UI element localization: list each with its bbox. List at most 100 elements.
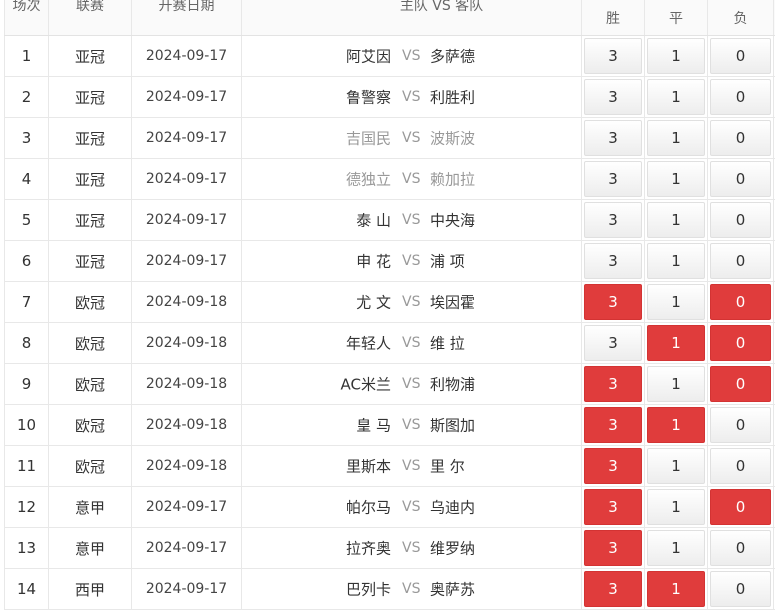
loss-option-button[interactable]: 0 [710,284,771,320]
row-date: 2024-09-17 [132,118,242,158]
row-match: 里斯本 VS 里 尔 [242,446,582,486]
row-date: 2024-09-17 [132,36,242,76]
header-idx: 场次 [4,0,49,35]
table-row: 9 欧冠 2024-09-18 AC米兰 VS 利物浦 3 1 0 [4,364,775,405]
win-option-button[interactable]: 3 [584,571,642,607]
row-date: 2024-09-17 [132,487,242,527]
win-cell: 3 [582,77,645,117]
draw-option-button[interactable]: 1 [647,489,705,525]
draw-option-button[interactable]: 1 [647,407,705,443]
home-team: 鲁警察 [345,88,391,107]
away-team: 利胜利 [430,88,476,107]
loss-cell: 0 [708,36,774,76]
loss-option-button[interactable]: 0 [710,530,771,566]
win-option-button[interactable]: 3 [584,448,642,484]
away-team: 斯图加 [430,416,476,435]
vs-label: VS [402,458,421,474]
loss-option-button[interactable]: 0 [710,571,771,607]
draw-cell: 1 [645,282,708,322]
draw-option-button[interactable]: 1 [647,161,705,197]
loss-option-button[interactable]: 0 [710,407,771,443]
home-team: 尤 文 [356,293,391,312]
row-idx: 12 [4,487,49,527]
win-cell: 3 [582,118,645,158]
win-option-button[interactable]: 3 [584,202,642,238]
draw-option-button[interactable]: 1 [647,448,705,484]
draw-option-button[interactable]: 1 [647,243,705,279]
win-option-button[interactable]: 3 [584,530,642,566]
away-team: 中央海 [430,211,476,230]
vs-label: VS [402,253,421,269]
row-match: 帕尔马 VS 乌迪内 [242,487,582,527]
table-row: 10 欧冠 2024-09-18 皇 马 VS 斯图加 3 1 0 [4,405,775,446]
row-date: 2024-09-17 [132,569,242,609]
draw-option-button[interactable]: 1 [647,202,705,238]
row-idx: 14 [4,569,49,609]
row-league: 亚冠 [49,200,132,240]
win-option-button[interactable]: 3 [584,38,642,74]
win-option-button[interactable]: 3 [584,79,642,115]
home-team: 泰 山 [356,211,391,230]
loss-option-button[interactable]: 0 [710,489,771,525]
draw-option-button[interactable]: 1 [647,38,705,74]
loss-option-button[interactable]: 0 [710,202,771,238]
draw-option-button[interactable]: 1 [647,120,705,156]
loss-option-button[interactable]: 0 [710,120,771,156]
table-row: 12 意甲 2024-09-17 帕尔马 VS 乌迪内 3 1 0 [4,487,775,528]
table-row: 8 欧冠 2024-09-18 年轻人 VS 维 拉 3 1 0 [4,323,775,364]
win-option-button[interactable]: 3 [584,489,642,525]
vs-label: VS [402,540,421,556]
draw-cell: 1 [645,200,708,240]
header-date: 开赛日期 [132,0,242,35]
draw-option-button[interactable]: 1 [647,571,705,607]
row-date: 2024-09-18 [132,323,242,363]
loss-option-button[interactable]: 0 [710,325,771,361]
loss-option-button[interactable]: 0 [710,38,771,74]
win-option-button[interactable]: 3 [584,120,642,156]
loss-option-button[interactable]: 0 [710,243,771,279]
home-team: 申 花 [356,252,391,271]
away-team: 波斯波 [430,129,476,148]
draw-option-button[interactable]: 1 [647,79,705,115]
vs-label: VS [402,581,421,597]
home-team: 吉国民 [345,129,391,148]
home-team: 帕尔马 [345,498,391,517]
win-option-button[interactable]: 3 [584,243,642,279]
draw-cell: 1 [645,241,708,281]
row-match: 尤 文 VS 埃因霍 [242,282,582,322]
win-cell: 3 [582,323,645,363]
draw-cell: 1 [645,569,708,609]
row-league: 欧冠 [49,446,132,486]
loss-option-button[interactable]: 0 [710,161,771,197]
away-team: 赖加拉 [430,170,476,189]
win-option-button[interactable]: 3 [584,325,642,361]
home-team: 巴列卡 [345,580,391,599]
win-option-button[interactable]: 3 [584,284,642,320]
away-team: 里 尔 [430,457,465,476]
loss-cell: 0 [708,323,774,363]
draw-option-button[interactable]: 1 [647,366,705,402]
draw-option-button[interactable]: 1 [647,284,705,320]
loss-option-button[interactable]: 0 [710,448,771,484]
table-row: 5 亚冠 2024-09-17 泰 山 VS 中央海 3 1 0 [4,200,775,241]
row-idx: 4 [4,159,49,199]
loss-option-button[interactable]: 0 [710,366,771,402]
table-row: 2 亚冠 2024-09-17 鲁警察 VS 利胜利 3 1 0 [4,77,775,118]
row-match: 阿艾因 VS 多萨德 [242,36,582,76]
win-option-button[interactable]: 3 [584,161,642,197]
win-option-button[interactable]: 3 [584,366,642,402]
draw-option-button[interactable]: 1 [647,530,705,566]
win-option-button[interactable]: 3 [584,407,642,443]
row-league: 欧冠 [49,323,132,363]
row-league: 欧冠 [49,405,132,445]
draw-option-button[interactable]: 1 [647,325,705,361]
row-league: 亚冠 [49,159,132,199]
win-cell: 3 [582,446,645,486]
vs-label: VS [402,376,421,392]
home-team: AC米兰 [340,375,391,394]
vs-label: VS [402,212,421,228]
loss-cell: 0 [708,528,774,568]
away-team: 浦 项 [430,252,465,271]
loss-option-button[interactable]: 0 [710,79,771,115]
vs-label: VS [402,294,421,310]
